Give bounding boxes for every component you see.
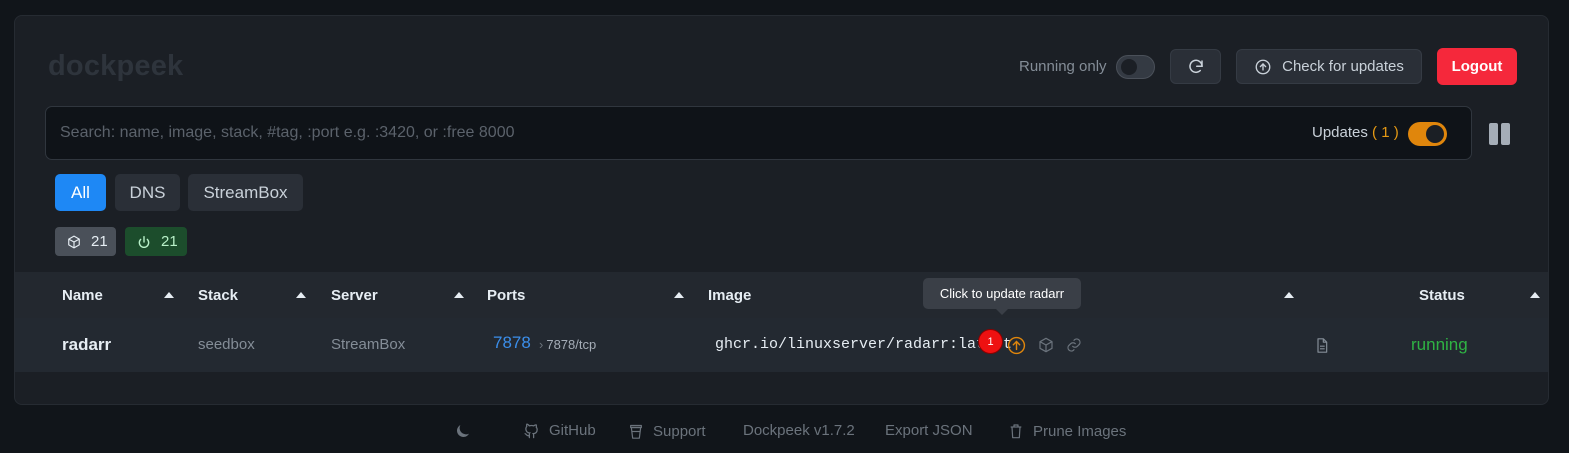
box-icon	[68, 235, 80, 248]
refresh-button[interactable]	[1170, 49, 1221, 84]
check-updates-button[interactable]: Check for updates	[1236, 49, 1422, 84]
arrow-up-circle-icon	[1255, 59, 1271, 74]
main-card: dockpeek Running only Check for updates …	[14, 15, 1549, 405]
sort-caret-icon[interactable]	[454, 292, 464, 298]
container-stack[interactable]: seedbox	[198, 336, 255, 353]
moon-icon	[457, 425, 469, 437]
filter-dns-button[interactable]: DNS	[115, 174, 180, 211]
brand-title: dockpeek	[48, 50, 184, 82]
container-image: ghcr.io/linuxserver/radarr:latest	[715, 336, 1013, 353]
sort-caret-icon[interactable]	[1530, 292, 1540, 298]
update-tooltip: Click to update radarr	[923, 278, 1081, 315]
version-label: Dockpeek v1.7.2	[743, 422, 855, 439]
filter-streambox-button[interactable]: StreamBox	[188, 174, 303, 211]
support-link[interactable]: Support	[628, 422, 706, 441]
theme-toggle[interactable]	[454, 422, 472, 440]
container-name: radarr	[62, 335, 112, 354]
updates-filter-toggle[interactable]	[1408, 122, 1447, 146]
sort-caret-icon[interactable]	[1284, 292, 1294, 298]
github-icon	[524, 423, 538, 439]
package-icon[interactable]	[1038, 337, 1054, 353]
total-count: 21	[91, 233, 108, 250]
running-only-label: Running only	[1019, 58, 1107, 75]
container-status: running	[1411, 335, 1468, 354]
sort-caret-icon[interactable]	[164, 292, 174, 298]
column-header-server[interactable]: Server	[331, 287, 378, 304]
filter-all-button[interactable]: All	[55, 174, 106, 211]
prune-images-link[interactable]: Prune Images	[1008, 422, 1126, 440]
column-header-name[interactable]: Name	[62, 287, 103, 304]
updates-count: ( 1 )	[1372, 124, 1399, 141]
refresh-icon	[1188, 59, 1203, 73]
table-header: Name Stack Server Ports Image Status	[15, 272, 1548, 318]
running-containers-badge: 21	[125, 227, 187, 256]
search-input[interactable]	[60, 107, 1260, 159]
pause-icon[interactable]	[1489, 123, 1511, 145]
running-only-toggle[interactable]	[1116, 55, 1155, 79]
trash-icon	[1010, 424, 1022, 439]
sort-caret-icon[interactable]	[296, 292, 306, 298]
search-bar: Updates ( 1 )	[45, 106, 1472, 160]
update-count-badge: 1	[978, 329, 1003, 354]
chevron-right-icon: ›	[539, 337, 544, 352]
sort-caret-icon[interactable]	[674, 292, 684, 298]
export-json-link[interactable]: Export JSON	[885, 422, 973, 439]
table-row: radarr seedbox StreamBox 7878 › 7878/tcp …	[15, 318, 1548, 372]
column-header-ports[interactable]: Ports	[487, 287, 525, 304]
column-header-stack[interactable]: Stack	[198, 287, 238, 304]
coffee-cup-icon	[630, 424, 642, 439]
update-available-icon[interactable]	[1007, 336, 1026, 355]
column-header-image[interactable]: Image	[708, 287, 751, 304]
github-link[interactable]: GitHub	[523, 422, 596, 439]
column-header-status[interactable]: Status	[1419, 287, 1465, 304]
logout-button[interactable]: Logout	[1437, 48, 1517, 85]
check-updates-label: Check for updates	[1282, 58, 1404, 75]
total-containers-badge: 21	[55, 227, 116, 256]
link-icon[interactable]	[1066, 337, 1082, 353]
port-mapping: › 7878/tcp	[539, 337, 597, 352]
logs-file-icon[interactable]	[1314, 337, 1330, 354]
footer: GitHub Support Dockpeek v1.7.2 Export JS…	[0, 421, 1569, 441]
running-count: 21	[161, 233, 178, 250]
container-server: StreamBox	[331, 336, 406, 353]
port-link[interactable]: 7878	[493, 333, 531, 353]
updates-filter-label: Updates ( 1 )	[1312, 124, 1399, 141]
power-icon	[138, 235, 150, 248]
